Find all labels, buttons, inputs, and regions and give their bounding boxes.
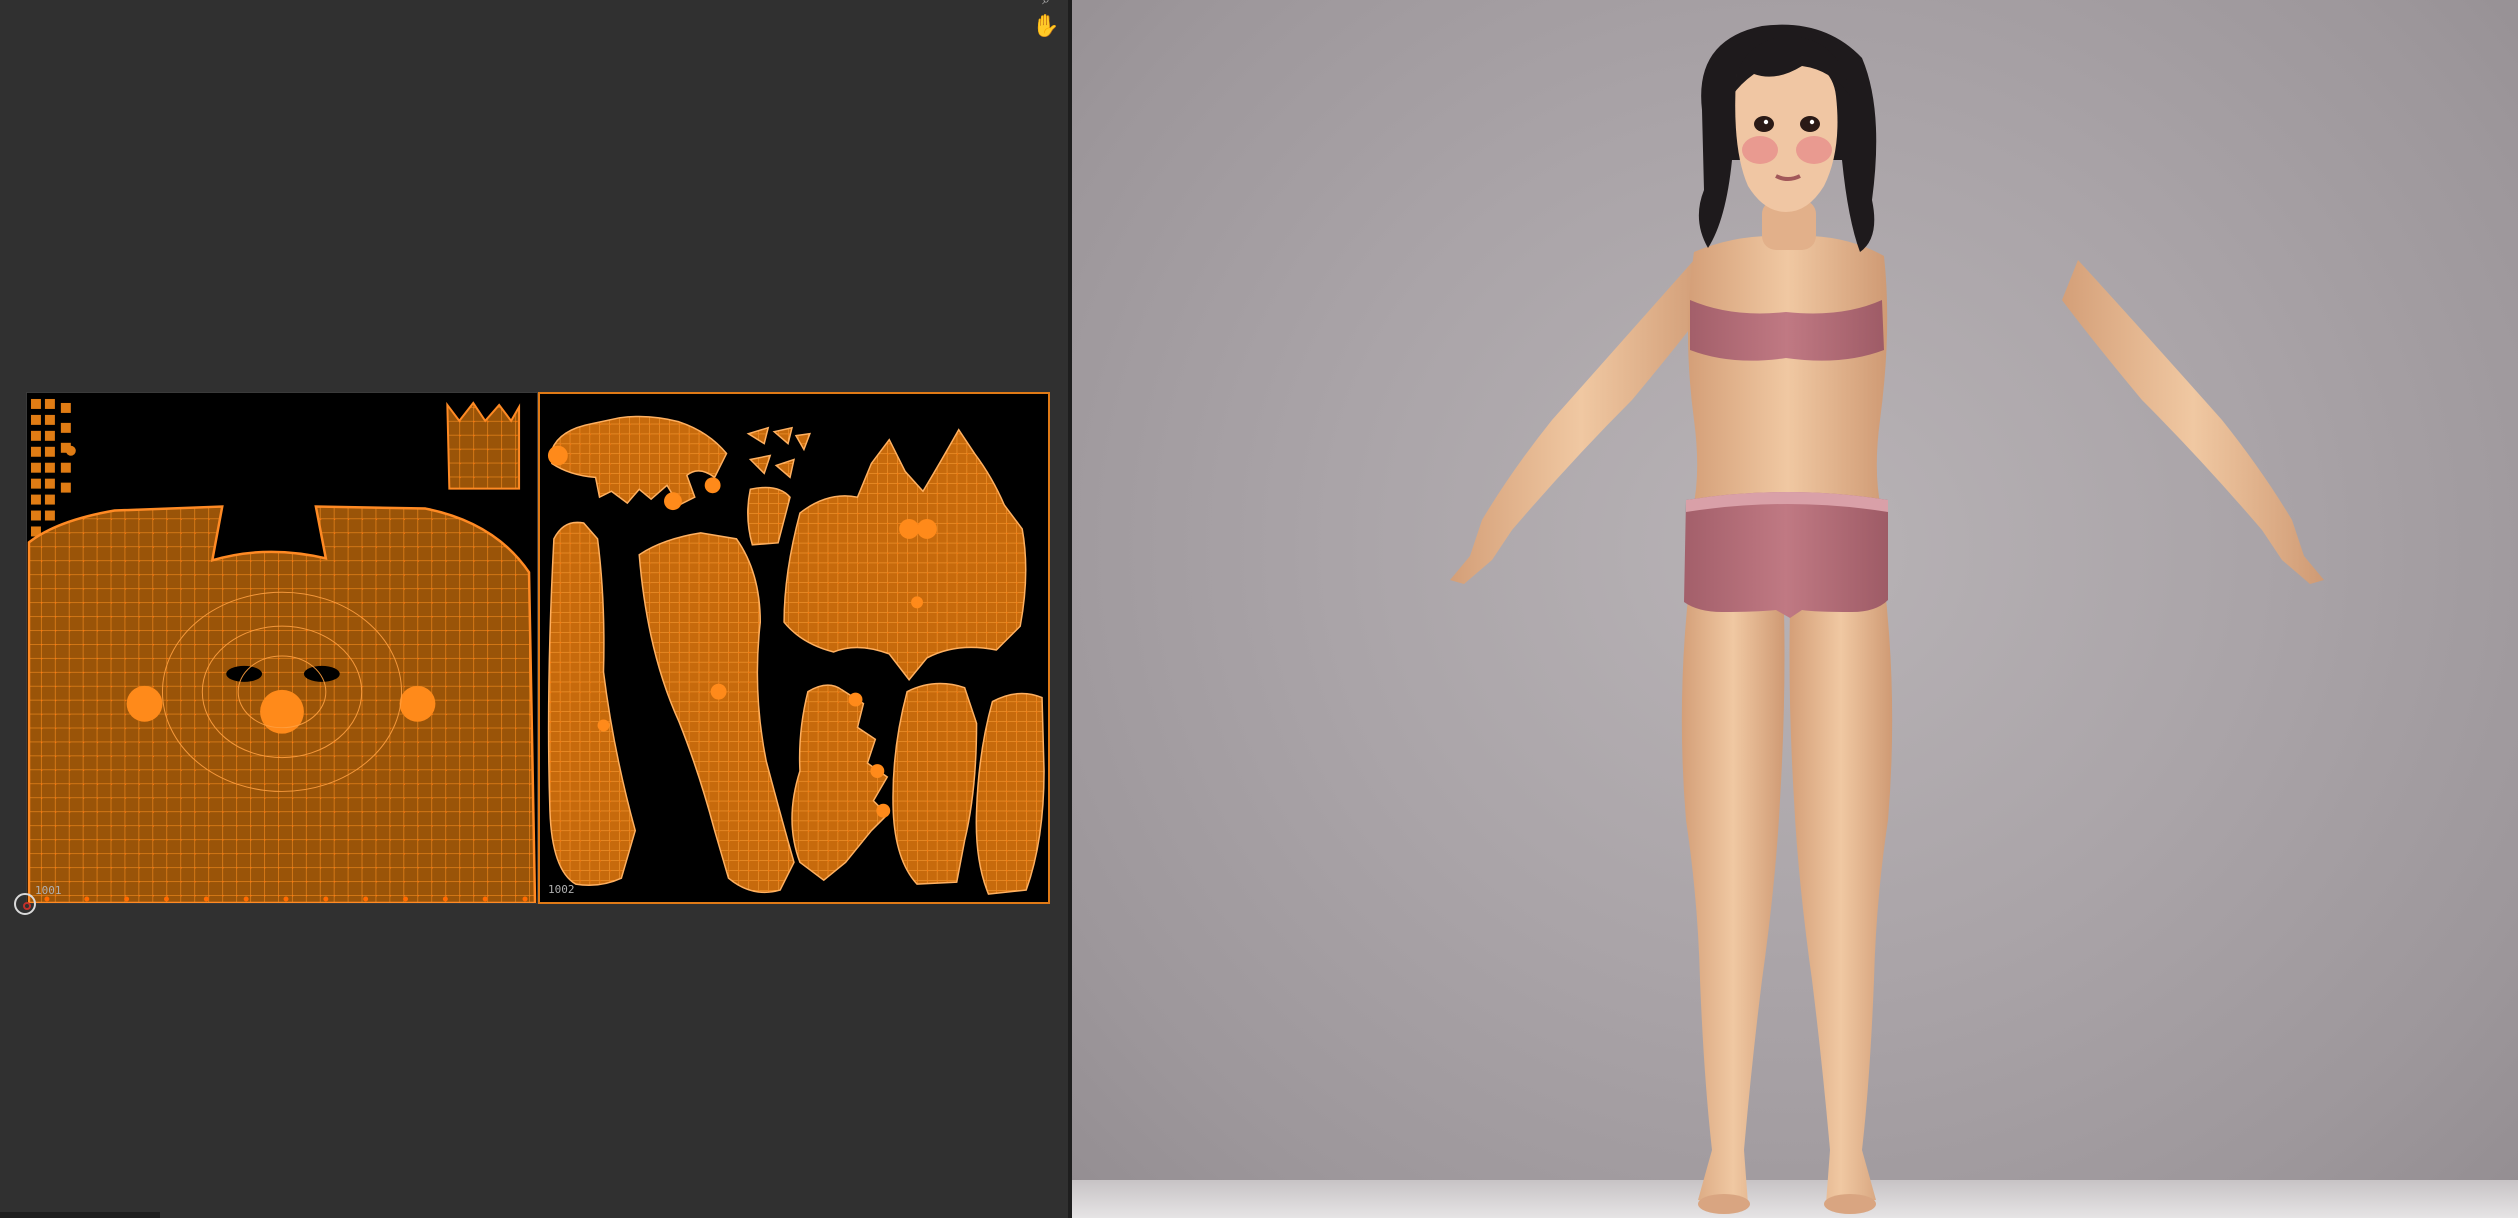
uv-islands-body	[547, 415, 1045, 895]
left-leg	[1681, 580, 1785, 1204]
left-foot	[1698, 1194, 1750, 1214]
character-render	[1450, 24, 2324, 1214]
shorts	[1684, 492, 1888, 618]
right-eye	[1800, 116, 1820, 132]
right-leg	[1789, 580, 1893, 1204]
right-foot	[1824, 1194, 1876, 1214]
hand-pan-icon[interactable]: ✋	[1032, 14, 1059, 40]
uv-editor-pane[interactable]: ⌕ ✋ 1001 1002	[0, 0, 1068, 1218]
render-viewport[interactable]	[1072, 0, 2518, 1218]
left-eye	[1754, 116, 1774, 132]
uv-tile-label: 1002	[548, 883, 575, 896]
2d-cursor-icon[interactable]	[14, 893, 36, 915]
face	[1735, 56, 1838, 212]
uv-islands-head	[27, 398, 537, 903]
cheek-blush	[1742, 136, 1778, 164]
right-arm	[2062, 260, 2324, 584]
left-arm	[1450, 260, 1712, 584]
zoom-icon[interactable]: ⌕	[1036, 0, 1056, 8]
uv-tile-label: 1001	[35, 884, 62, 897]
status-strip	[0, 1212, 160, 1218]
uv-tile-1001[interactable]: 1001	[26, 392, 538, 904]
cheek-blush	[1796, 136, 1832, 164]
torso	[1688, 236, 1888, 520]
uv-tile-1002[interactable]: 1002	[538, 392, 1050, 904]
